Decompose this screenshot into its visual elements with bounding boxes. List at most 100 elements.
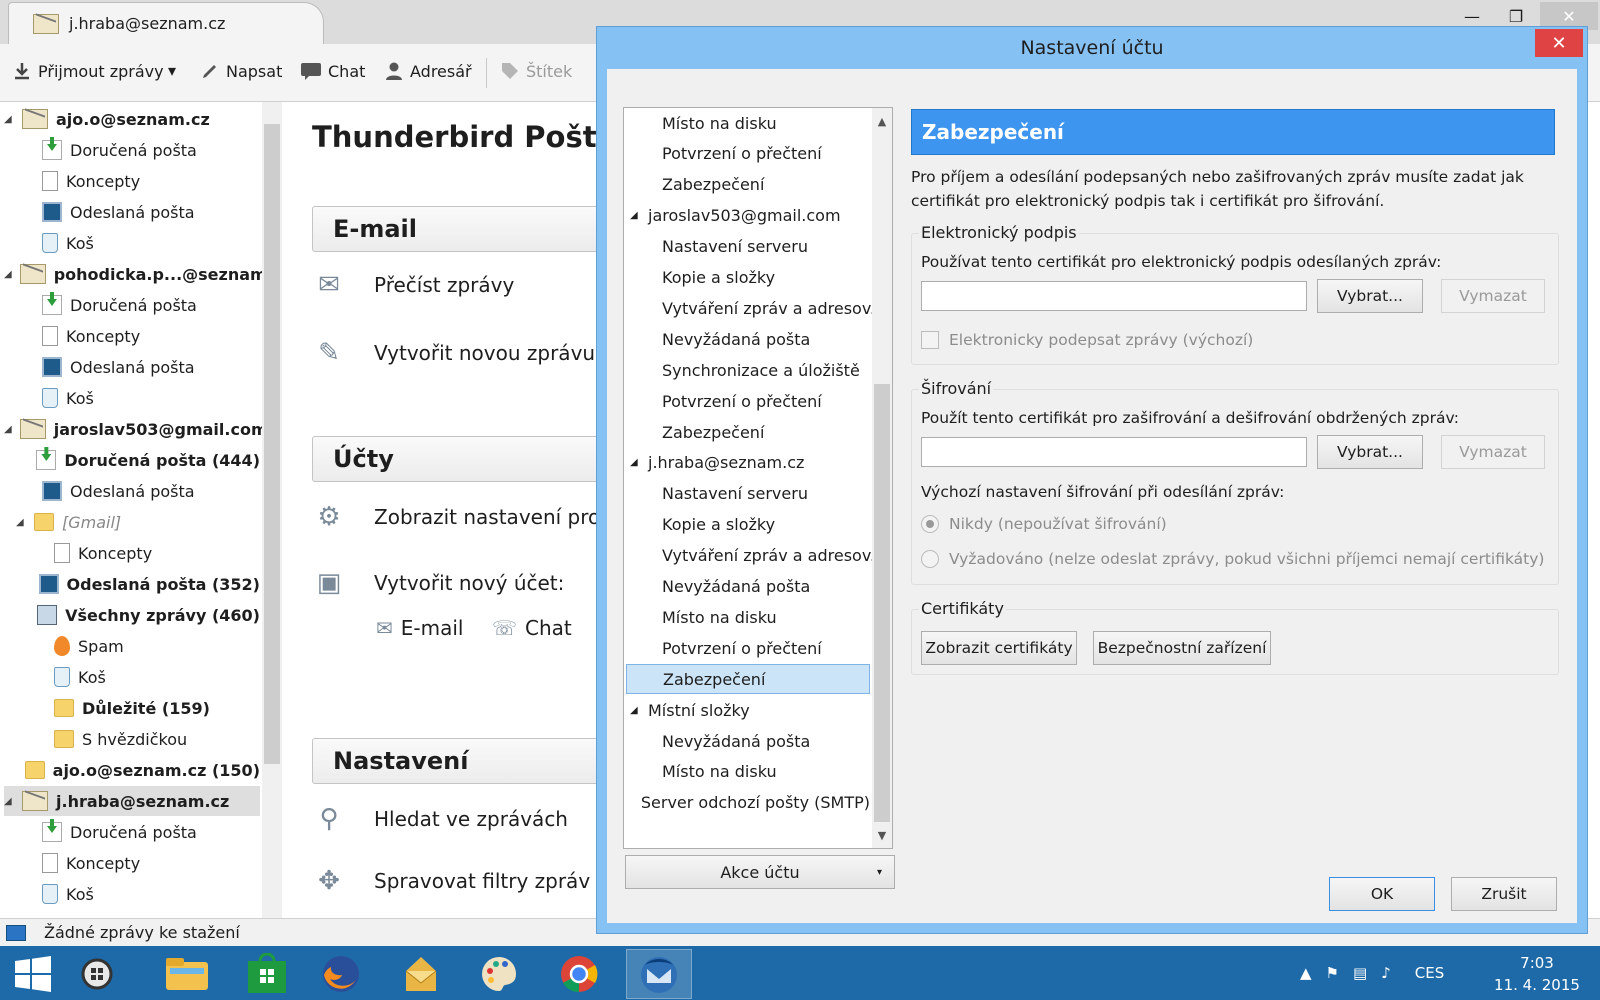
chevron-up-icon[interactable]: ▲: [1300, 964, 1312, 982]
tree-account-item[interactable]: ◢ Místní složky: [626, 695, 870, 725]
store-button[interactable]: [234, 949, 300, 999]
folder-pane-scroll-thumb[interactable]: [264, 124, 280, 764]
view-settings-link[interactable]: ⚙ Zobrazit nastavení pro t: [312, 502, 614, 532]
chrome-button[interactable]: [546, 949, 612, 999]
tree-page-item[interactable]: Potvrzení o přečtení: [626, 386, 870, 416]
folder-item[interactable]: Doručená pošta: [16, 135, 260, 165]
tree-page-item[interactable]: Synchronizace a úložiště: [626, 355, 870, 385]
folder-item[interactable]: Odeslaná pošta: [16, 352, 260, 382]
expand-twisty-icon[interactable]: ◢: [630, 705, 642, 716]
account-item[interactable]: ◢ pohodicka.p...@seznam.cz: [4, 259, 292, 289]
folder-item[interactable]: Všechny zprávy (460): [28, 600, 260, 630]
tree-page-item[interactable]: Nevyžádaná pošta: [626, 324, 870, 354]
manage-filters-link[interactable]: ✥ Spravovat filtry zpráv: [312, 866, 590, 896]
folder-item[interactable]: Doručená pošta (444): [16, 445, 260, 475]
folder-item[interactable]: Doručená pošta: [16, 290, 260, 320]
read-messages-link[interactable]: ✉ Přečíst zprávy: [312, 270, 514, 300]
address-book-button[interactable]: Adresář: [384, 61, 472, 81]
create-chat-account-link[interactable]: ☏ Chat: [492, 616, 572, 640]
thunderbird-button[interactable]: [626, 949, 692, 999]
expand-twisty-icon[interactable]: ◢: [16, 517, 26, 528]
create-email-account-link[interactable]: ✉ E-mail: [376, 616, 463, 640]
tree-page-item[interactable]: Místo na disku: [626, 602, 870, 632]
tree-page-item[interactable]: Zabezpečení: [626, 417, 870, 447]
volume-icon[interactable]: ♪: [1381, 964, 1391, 982]
account-actions-button[interactable]: Akce účtu ▾: [625, 855, 895, 889]
expand-twisty-icon[interactable]: ◢: [630, 457, 642, 468]
sign-default-checkbox[interactable]: Elektronicky podepsat zprávy (výchozí): [921, 331, 1253, 349]
tree-page-item[interactable]: Nastavení serveru: [626, 232, 870, 262]
scroll-up-icon[interactable]: ▲: [874, 112, 890, 130]
folder-item[interactable]: Koš: [16, 228, 260, 258]
write-message-link[interactable]: ✎ Vytvořit novou zprávu: [312, 338, 595, 368]
tree-page-item[interactable]: Potvrzení o přečtení: [626, 633, 870, 663]
ok-button[interactable]: OK: [1329, 877, 1435, 911]
file-explorer-button[interactable]: [154, 949, 220, 999]
tree-account-item[interactable]: Server odchozí pošty (SMTP): [626, 788, 870, 818]
expand-twisty-icon[interactable]: ◢: [4, 114, 14, 125]
folder-item[interactable]: Koncepty: [28, 538, 260, 568]
folder-item[interactable]: Koncepty: [16, 321, 260, 351]
search-messages-link[interactable]: ⚲ Hledat ve zprávách: [312, 804, 568, 834]
firefox-button[interactable]: [308, 949, 374, 999]
network-icon[interactable]: ▤: [1353, 964, 1367, 982]
account-item[interactable]: ◢ jaroslav503@gmail.com: [4, 414, 268, 444]
folder-item[interactable]: Koš: [16, 879, 260, 909]
tab-mail[interactable]: j.hraba@seznam.cz: [8, 2, 324, 44]
clock[interactable]: 7:03 11. 4. 2015: [1482, 952, 1592, 996]
folder-item[interactable]: Koš: [16, 383, 260, 413]
scroll-down-icon[interactable]: ▼: [874, 826, 890, 844]
encryption-select-button[interactable]: Vybrat...: [1317, 435, 1423, 469]
account-item[interactable]: ◢ j.hraba@seznam.cz: [4, 786, 260, 816]
encryption-clear-button[interactable]: Vymazat: [1441, 435, 1545, 469]
get-mail-dropdown[interactable]: ▾: [168, 61, 176, 80]
tree-page-item[interactable]: Nevyžádaná pošta: [626, 726, 870, 756]
dialog-close-button[interactable]: ✕: [1535, 29, 1583, 57]
tree-account-item[interactable]: ◢ j.hraba@seznam.cz: [626, 448, 870, 478]
folder-item[interactable]: ◢ [Gmail]: [16, 507, 260, 537]
tree-page-item[interactable]: Nastavení serveru: [626, 479, 870, 509]
mail-app-button[interactable]: [388, 949, 454, 999]
signing-cert-field[interactable]: [921, 281, 1307, 311]
tag-button[interactable]: Štítek: [500, 61, 572, 81]
tree-page-item[interactable]: Místo na disku: [626, 108, 870, 138]
folder-item[interactable]: Doručená pošta: [16, 817, 260, 847]
tree-page-item[interactable]: Zabezpečení: [626, 170, 870, 200]
get-mail-button[interactable]: Přijmout zprávy: [12, 61, 164, 81]
folder-item[interactable]: Odeslaná pošta: [16, 197, 260, 227]
folder-item[interactable]: Důležité (159): [28, 693, 260, 723]
folder-item[interactable]: Odeslaná pošta: [16, 476, 260, 506]
language-indicator[interactable]: CES: [1415, 964, 1444, 982]
expand-twisty-icon[interactable]: ◢: [630, 210, 642, 221]
view-certificates-button[interactable]: Zobrazit certifikáty: [921, 631, 1077, 665]
tree-page-item[interactable]: Vytváření zpráv a adresov...: [626, 293, 885, 323]
tree-scroll-thumb[interactable]: [874, 384, 890, 822]
flag-icon[interactable]: ⚑: [1326, 964, 1339, 982]
tree-page-item[interactable]: Kopie a složky: [626, 263, 870, 293]
write-button[interactable]: Napsat: [200, 61, 282, 81]
paint-button[interactable]: [466, 949, 532, 999]
task-view-button[interactable]: [64, 949, 130, 999]
encryption-required-radio[interactable]: Vyžadováno (nelze odeslat zprávy, pokud …: [921, 550, 1544, 568]
tree-page-item[interactable]: Místo na disku: [626, 757, 870, 787]
tree-page-item[interactable]: Vytváření zpráv a adresov...: [626, 541, 885, 571]
cancel-button[interactable]: Zrušit: [1451, 877, 1557, 911]
expand-twisty-icon[interactable]: ◢: [4, 424, 12, 435]
start-button[interactable]: [0, 949, 66, 999]
encryption-never-radio[interactable]: Nikdy (nepoužívat šifrování): [921, 515, 1167, 533]
folder-item[interactable]: S hvězdičkou: [28, 724, 260, 754]
chat-button[interactable]: Chat: [300, 61, 365, 81]
folder-item[interactable]: ajo.o@seznam.cz (150): [16, 755, 260, 785]
signing-clear-button[interactable]: Vymazat: [1441, 279, 1545, 313]
expand-twisty-icon[interactable]: ◢: [4, 796, 14, 807]
security-devices-button[interactable]: Bezpečnostní zařízení: [1093, 631, 1271, 665]
signing-select-button[interactable]: Vybrat...: [1317, 279, 1423, 313]
tree-account-item[interactable]: ◢ jaroslav503@gmail.com: [626, 201, 870, 231]
tree-page-item[interactable]: Nevyžádaná pošta: [626, 572, 870, 602]
folder-item[interactable]: Koš: [28, 662, 260, 692]
folder-item[interactable]: Koncepty: [16, 166, 260, 196]
tree-page-item[interactable]: Kopie a složky: [626, 510, 870, 540]
folder-item[interactable]: Odeslaná pošta (352): [28, 569, 260, 599]
encryption-cert-field[interactable]: [921, 437, 1307, 467]
tree-page-item[interactable]: Zabezpečení: [626, 664, 870, 695]
